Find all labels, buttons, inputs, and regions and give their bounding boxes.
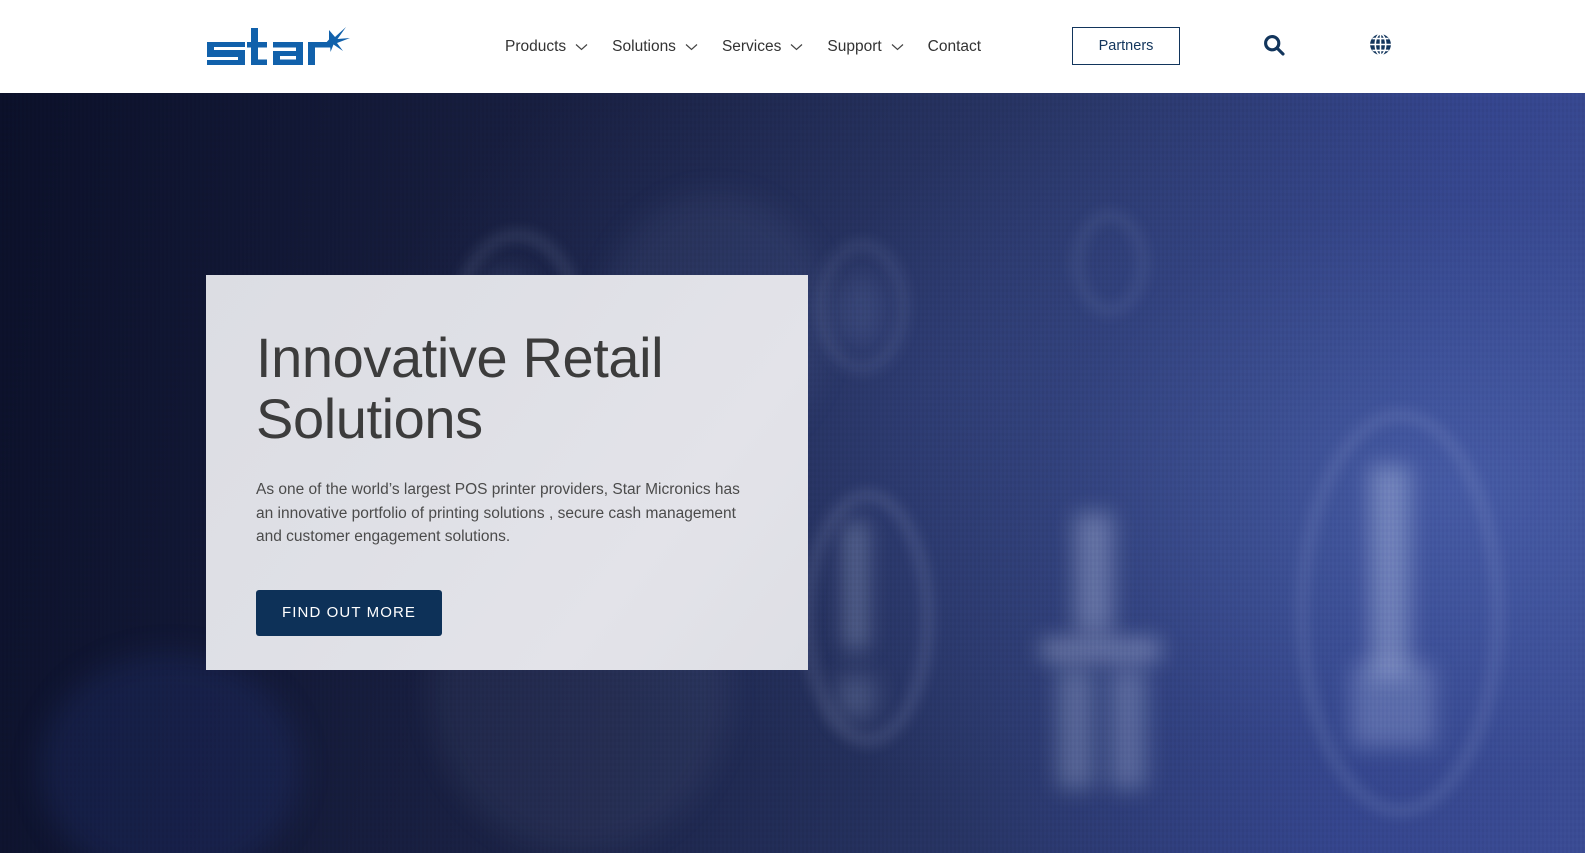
nav-label: Contact	[927, 37, 982, 55]
partners-button[interactable]: Partners	[1072, 27, 1180, 65]
nav-item-support[interactable]: Support	[827, 37, 904, 55]
language-button[interactable]	[1362, 28, 1398, 64]
nav-item-services[interactable]: Services	[722, 39, 803, 55]
find-out-more-button[interactable]: FIND OUT MORE	[256, 589, 443, 636]
main-nav: Products Solutions Services Support Cont…	[505, 0, 981, 93]
chevron-down-icon	[575, 43, 588, 51]
nav-label: Products	[505, 37, 567, 55]
search-icon	[1262, 33, 1286, 60]
hero-section: Innovative Retail Solutions As one of th…	[0, 93, 1585, 853]
hero-description: As one of the world’s largest POS printe…	[256, 481, 740, 545]
nav-item-products[interactable]: Products	[505, 39, 588, 55]
chevron-down-icon	[790, 43, 803, 51]
nav-label: Support	[827, 37, 882, 55]
chevron-down-icon	[685, 43, 698, 51]
globe-icon	[1368, 32, 1393, 60]
nav-label: Solutions	[612, 37, 676, 55]
nav-label: Services	[721, 37, 782, 55]
search-button[interactable]	[1256, 28, 1292, 64]
nav-item-solutions[interactable]: Solutions	[612, 39, 698, 55]
chevron-down-icon	[891, 43, 904, 51]
hero-card: Innovative Retail Solutions As one of th…	[206, 275, 808, 670]
hero-title: Innovative Retail Solutions	[256, 326, 664, 450]
star-logo[interactable]	[203, 22, 355, 72]
nav-item-contact[interactable]: Contact	[928, 39, 981, 55]
star-logo-icon	[207, 27, 350, 65]
site-header: Products Solutions Services Support Cont…	[0, 0, 1585, 93]
